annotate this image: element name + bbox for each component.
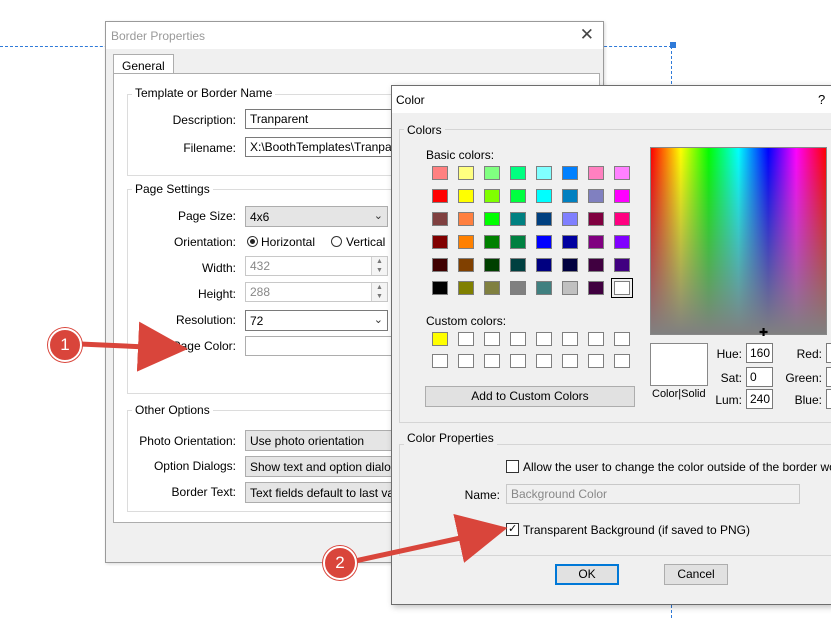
- annotation-arrows: [79, 321, 508, 564]
- annotation-badge-1: 1: [48, 328, 82, 362]
- annotation-arrow-2: [354, 513, 508, 564]
- annotation-arrow-1: [79, 321, 188, 372]
- annotation-badge-2: 2: [323, 546, 357, 580]
